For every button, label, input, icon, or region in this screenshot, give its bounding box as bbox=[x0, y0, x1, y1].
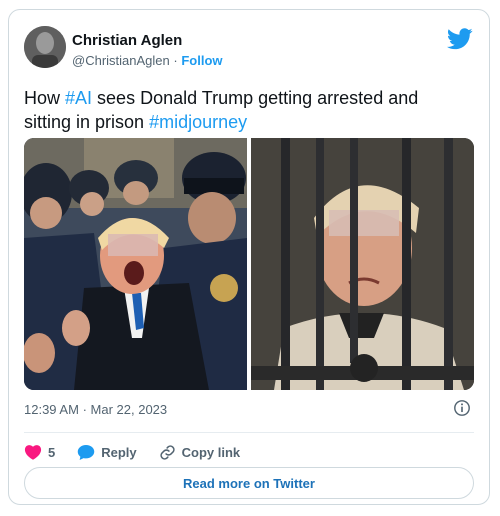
tweet-text: How #AI sees Donald Trump getting arrest… bbox=[24, 86, 464, 134]
handle-separator: · bbox=[173, 53, 178, 68]
tweet-meta: 12:39 AM · Mar 22, 2023 bbox=[24, 402, 167, 417]
author-name[interactable]: Christian Aglen bbox=[72, 32, 182, 49]
copy-link-label: Copy link bbox=[181, 444, 241, 460]
info-icon[interactable] bbox=[453, 399, 471, 417]
twitter-bird-icon[interactable] bbox=[447, 28, 473, 50]
arrest-image[interactable] bbox=[24, 138, 247, 390]
tweet-date[interactable]: Mar 22, 2023 bbox=[91, 402, 168, 417]
hashtag-ai[interactable]: #AI bbox=[65, 88, 92, 108]
read-more-button[interactable]: Read more on Twitter bbox=[24, 467, 474, 499]
reply-button[interactable]: Reply bbox=[77, 444, 137, 461]
like-button[interactable]: 5 bbox=[24, 444, 55, 460]
tweet-text-part: How bbox=[24, 88, 66, 108]
author-handle[interactable]: @ChristianAglen bbox=[72, 53, 170, 68]
author-handle-row: @ChristianAglen · Follow bbox=[72, 53, 223, 68]
reply-label: Reply bbox=[101, 444, 137, 460]
action-bar: 5 Reply Copy link bbox=[24, 440, 262, 464]
copy-link-button[interactable]: Copy link bbox=[159, 444, 241, 461]
tweet-card: Christian Aglen @ChristianAglen · Follow… bbox=[8, 9, 490, 505]
avatar[interactable] bbox=[24, 26, 66, 68]
prison-image[interactable] bbox=[251, 138, 474, 390]
follow-link[interactable]: Follow bbox=[181, 53, 222, 68]
like-count: 5 bbox=[48, 444, 56, 460]
tweet-media[interactable] bbox=[24, 138, 474, 390]
tweet-time[interactable]: 12:39 AM bbox=[24, 402, 79, 417]
heart-icon bbox=[24, 445, 42, 460]
hashtag-midjourney[interactable]: #midjourney bbox=[149, 112, 247, 132]
divider bbox=[24, 432, 474, 433]
meta-separator: · bbox=[82, 402, 87, 417]
link-icon bbox=[160, 444, 175, 460]
reply-bubble-icon bbox=[77, 444, 95, 460]
